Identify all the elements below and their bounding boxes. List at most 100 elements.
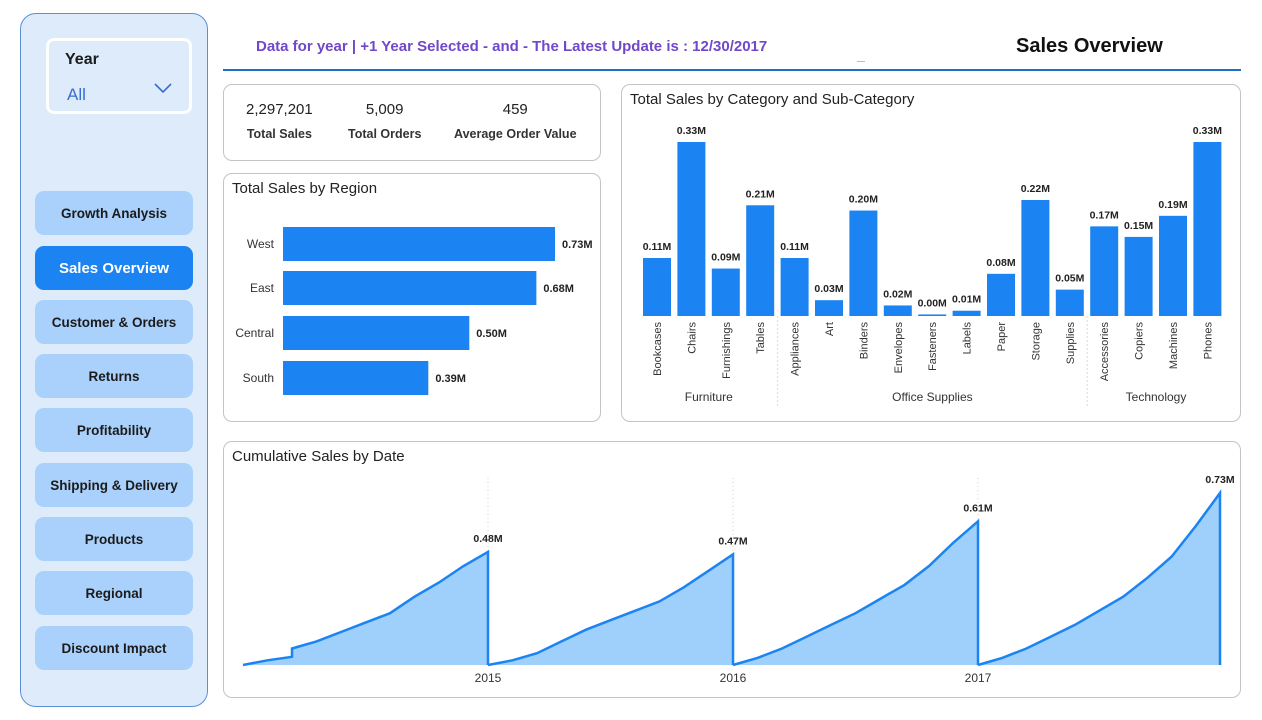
category-data-label: 0.20M [849,194,878,206]
category-data-label: 0.03M [814,283,843,295]
sidebar: Year All Growth Analysis Sales Overview … [20,13,208,707]
category-data-label: 0.33M [677,125,706,137]
category-data-label: 0.00M [918,297,947,309]
region-data-label: 0.73M [562,239,593,251]
category-axis-label: Supplies [1065,322,1077,365]
kpi-total-orders: 5,009 Total Orders [348,101,421,141]
cumulative-data-label: 0.73M [1205,474,1234,486]
category-axis-label: Binders [858,322,870,360]
category-data-label: 0.09M [711,252,740,264]
nav-sales-overview[interactable]: Sales Overview [35,246,193,290]
category-axis-label: Fasteners [927,322,939,371]
nav-returns[interactable]: Returns [35,354,193,398]
cumulative-data-label: 0.61M [963,502,992,514]
region-bar-east [283,271,537,305]
nav-discount-impact[interactable]: Discount Impact [35,626,193,670]
region-bar-west [283,227,555,261]
kpi-average-order-value: 459 Average Order Value [454,101,577,141]
category-data-label: 0.15M [1124,220,1153,232]
category-axis-label: Copiers [1134,322,1146,360]
category-data-label: 0.21M [746,188,775,200]
cumulative-axis-label: 2016 [720,671,747,685]
kpi-label: Total Orders [348,127,422,141]
category-data-label: 0.05M [1055,273,1084,285]
header-divider-tick [857,61,865,62]
category-bar-envelopes [883,305,912,316]
category-data-label: 0.22M [1021,183,1050,195]
category-bar-furnishings [711,268,740,316]
category-bar-accessories [1090,226,1119,316]
cumulative-area-2014 [243,551,488,665]
region-axis-label: Central [235,326,274,340]
category-data-label: 0.11M [643,241,672,253]
kpi-card: 2,297,201 Total Sales 5,009 Total Orders… [223,84,601,161]
category-bar-copiers [1124,236,1153,316]
header-subtitle: Data for year | +1 Year Selected - and -… [256,38,768,55]
category-bar-paper [987,273,1015,316]
year-slicer-value[interactable]: All [67,85,86,105]
cumulative-data-label: 0.48M [473,533,502,545]
category-bar-bookcases [643,258,671,316]
category-bar-fasteners [918,314,947,316]
kpi-total-sales: 2,297,201 Total Sales [246,101,313,141]
nav-customer-orders[interactable]: Customer & Orders [35,300,193,344]
category-axis-label: Phones [1202,322,1214,360]
category-data-label: 0.33M [1193,125,1222,137]
kpi-value: 459 [502,101,528,118]
category-data-label: 0.02M [883,288,912,300]
category-axis-label: Chairs [686,322,698,354]
chevron-down-icon[interactable] [153,82,173,94]
category-bar-storage [1021,200,1050,316]
category-group-label: Office Supplies [892,390,973,404]
region-data-label: 0.68M [543,283,574,295]
region-data-label: 0.39M [435,373,466,385]
region-axis-label: West [247,237,275,251]
page-title: Sales Overview [1016,35,1163,57]
category-group-label: Technology [1126,390,1187,404]
category-axis-label: Paper [996,322,1008,352]
category-data-label: 0.19M [1158,199,1187,211]
category-data-label: 0.11M [780,241,809,253]
region-bar-central [283,316,470,350]
category-data-label: 0.01M [952,294,981,306]
year-slicer[interactable]: Year All [46,38,192,114]
category-axis-label: Tables [755,322,767,354]
kpi-value: 2,297,201 [246,101,313,118]
category-bar-labels [952,310,981,316]
category-data-label: 0.17M [1090,209,1119,221]
category-bar-art [815,300,843,316]
nav-shipping-delivery[interactable]: Shipping & Delivery [35,463,193,507]
category-axis-label: Machines [1168,322,1180,370]
region-chart-card: Total Sales by Region West 0.73M East 0.68M… [223,173,601,422]
nav-products[interactable]: Products [35,517,193,561]
nav-profitability[interactable]: Profitability [35,408,193,452]
category-bar-tables [746,205,775,316]
region-bar-chart: West 0.73M East 0.68M Central 0.50M South 0.39M [235,227,593,395]
nav-growth-analysis[interactable]: Growth Analysis [35,191,193,235]
kpi-label: Total Sales [246,127,312,141]
category-axis-label: Art [824,322,836,336]
cumulative-area-2015 [488,554,733,665]
category-chart-card: Total Sales by Category and Sub-Category… [621,84,1241,422]
category-data-label: 0.08M [986,257,1015,269]
kpi-label: Average Order Value [454,127,577,141]
year-slicer-label: Year [65,51,99,68]
region-axis-label: East [250,281,275,295]
cumulative-area-2016 [733,521,978,665]
header-divider [223,69,1241,71]
category-bar-chart: 0.11M Bookcases 0.33M Chairs 0.09M Furnishing… [643,125,1222,407]
region-data-label: 0.50M [476,328,507,340]
cumulative-axis-label: 2017 [965,671,992,685]
category-bar-phones [1193,142,1222,316]
category-axis-label: Bookcases [652,322,664,376]
category-bar-appliances [780,258,809,316]
category-bar-binders [849,210,878,316]
cumulative-area-chart: 2015 2016 2017 0.48M 0.47M 0.61M 0.73M [242,474,1235,685]
category-axis-label: Storage [1030,322,1042,361]
category-axis-label: Accessories [1099,322,1111,382]
category-group-label: Furniture [685,390,733,404]
category-bar-machines [1159,215,1187,316]
kpi-value: 5,009 [365,101,404,118]
nav-regional[interactable]: Regional [35,571,193,615]
cumulative-axis-label: 2015 [475,671,502,685]
